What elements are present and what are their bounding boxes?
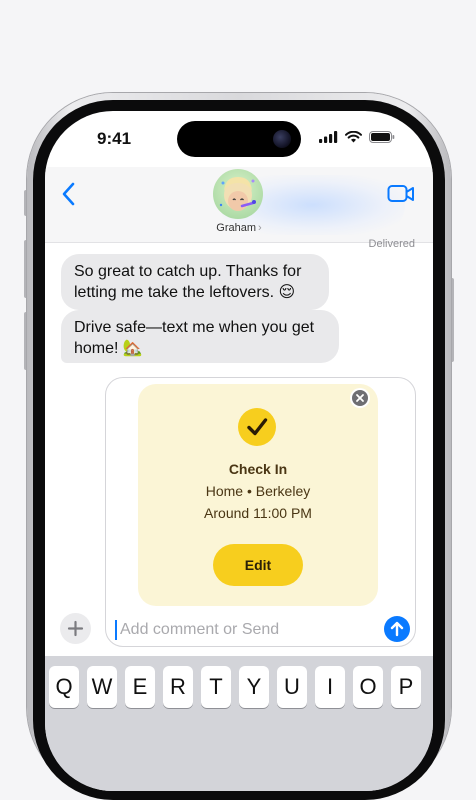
status-time: 9:41 [97,129,132,148]
avatar[interactable] [213,169,263,219]
message-text-line: letting me take the leftovers. 😌 [74,282,316,303]
phone-screen: 9:41 Graham › Delivered So great to catc… [45,111,433,791]
key-y[interactable]: Y [239,666,269,708]
chevron-right-icon: › [258,222,262,234]
check-in-title: Check In [228,461,288,477]
message-text: home! [74,340,123,357]
check-in-destination: Home • Berkeley [205,483,311,499]
message-text: letting me take the leftovers. [74,284,279,301]
key-r[interactable]: R [163,666,193,708]
message-text-line: Drive safe—text me when you get [74,319,315,336]
key-i[interactable]: I [315,666,345,708]
check-in-eta: Around 11:00 PM [204,505,312,521]
text-cursor [115,620,117,640]
remove-attachment-button[interactable] [352,390,368,406]
video-camera-icon[interactable] [387,183,415,205]
status-icons [319,131,395,143]
key-u[interactable]: U [277,666,307,708]
front-camera [273,130,291,148]
message-input-row [105,611,416,646]
house-emoji: 🏡 [122,340,143,357]
check-in-card[interactable]: Check In Home • Berkeley Around 11:00 PM… [138,384,378,606]
relieved-face-emoji: 😌 [278,284,296,301]
signal-icon [319,131,338,143]
plus-button[interactable] [60,613,91,644]
contact-name[interactable]: Graham › [45,222,433,234]
key-q[interactable]: Q [49,666,79,708]
memoji-avatar-icon [219,177,256,211]
key-p[interactable]: P [391,666,421,708]
key-t[interactable]: T [201,666,231,708]
checkmark-badge [238,408,276,446]
close-icon [356,394,364,402]
checkmark-icon [247,418,268,436]
delivered-label: Delivered [368,238,415,250]
edit-button[interactable]: Edit [213,544,303,586]
key-o[interactable]: O [353,666,383,708]
conversation-header: Graham › [45,167,433,243]
contact-name-label: Graham [216,222,257,234]
plus-icon [67,620,84,637]
chevron-left-icon[interactable] [59,181,79,207]
message-bubble[interactable]: Drive safe—text me when you get home! 🏡 [61,310,339,363]
keyboard: Q W E R T Y U I O P [45,656,433,791]
send-button[interactable] [384,616,410,642]
arrow-up-icon [390,621,404,637]
wifi-icon [345,131,362,143]
dynamic-island [177,121,301,157]
comment-input[interactable] [118,616,372,644]
message-text-line: So great to catch up. Thanks for [74,263,302,280]
message-bubble[interactable]: So great to catch up. Thanks for letting… [61,254,329,310]
key-e[interactable]: E [125,666,155,708]
battery-icon [369,131,395,143]
key-w[interactable]: W [87,666,117,708]
message-text-line: home! 🏡 [74,338,326,359]
compose-area: Check In Home • Berkeley Around 11:00 PM… [105,377,416,647]
